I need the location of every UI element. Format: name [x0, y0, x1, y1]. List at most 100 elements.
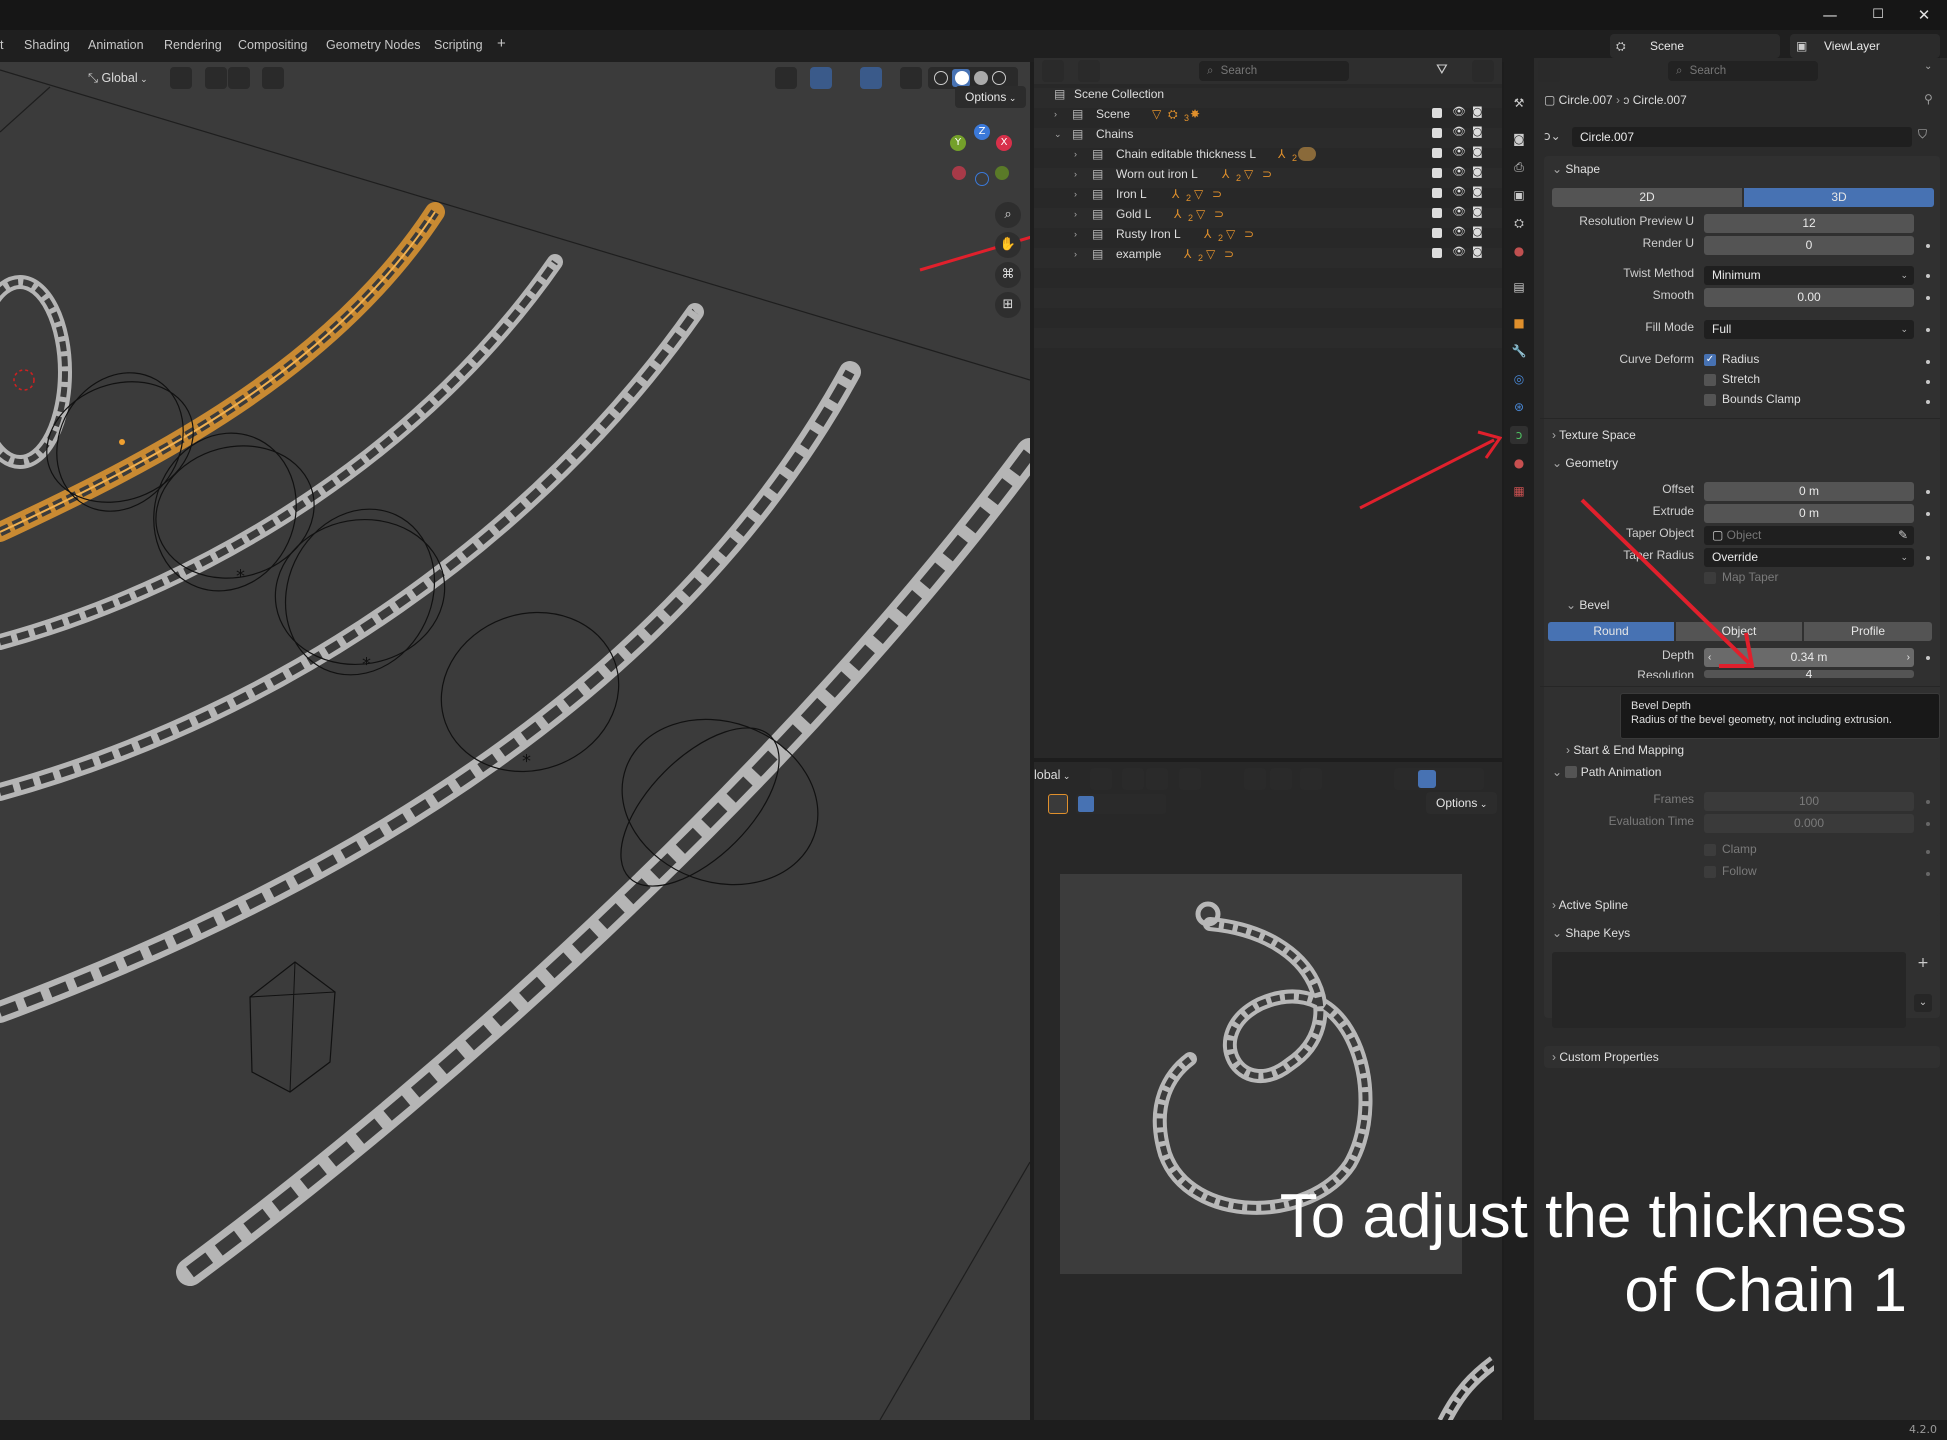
view-layer-selector[interactable]: ▣ ViewLayer	[1790, 34, 1940, 58]
chevron-down-icon: ⌄	[1477, 799, 1488, 809]
view-layer-tab-icon[interactable]: ▣	[1510, 186, 1528, 204]
render-tab-icon[interactable]: ◙	[1510, 130, 1528, 148]
overlay-toggle-button[interactable]	[1300, 768, 1322, 790]
modifier-tab-icon[interactable]: 🔧	[1510, 342, 1528, 360]
scene-tab-icon[interactable]: ⛭	[1510, 214, 1528, 232]
curve-data-tab-icon[interactable]: ↄ	[1510, 426, 1528, 444]
camera-view-icon[interactable]: ⌘	[995, 262, 1021, 288]
rendered-shading-icon[interactable]	[992, 71, 1006, 85]
tab-scripting[interactable]: Scripting	[434, 38, 483, 52]
add-workspace-button[interactable]: +	[497, 35, 506, 52]
empty-edge	[289, 961, 296, 1093]
tooltip-text: Radius of the bevel geometry, not includ…	[1631, 714, 1892, 726]
bevel-depth-tooltip: Bevel Depth Radius of the bevel geometry…	[1620, 693, 1940, 739]
y-axis-icon[interactable]: Y	[950, 135, 966, 151]
tab-animation[interactable]: Animation	[88, 38, 144, 52]
constraints-tab-icon[interactable]: ⊛	[1510, 398, 1528, 416]
tab-layout[interactable]: t	[0, 38, 3, 52]
material-tab-icon[interactable]: ●	[1510, 454, 1528, 472]
outliner-panel[interactable]: ⌕ Search ⛛ ▤ Scene Collection › ▤ Scene …	[1034, 58, 1502, 758]
origin-marker: *	[236, 566, 245, 587]
perspective-grid-icon[interactable]: ⊞	[995, 292, 1021, 318]
proportional-edit-button[interactable]	[262, 67, 284, 89]
proportional-edit-button[interactable]	[1179, 768, 1201, 790]
z-axis-icon[interactable]: Z	[974, 124, 990, 140]
annotation-arrow-layer	[1359, 430, 1502, 510]
caption-line-1: To adjust the thickness	[1279, 1182, 1907, 1251]
solid-shading-button[interactable]	[1418, 770, 1436, 788]
tab-compositing[interactable]: Compositing	[238, 38, 307, 52]
selection-mode-group[interactable]	[1076, 794, 1166, 814]
gizmo-toggle-button[interactable]	[1270, 768, 1292, 790]
snap-target-button[interactable]	[1146, 768, 1168, 790]
active-origin	[119, 439, 125, 445]
pivot-point-button[interactable]	[170, 67, 192, 89]
minimize-button[interactable]: —	[1807, 0, 1853, 30]
empty-edge	[249, 991, 336, 998]
object-tab-icon[interactable]: ■	[1510, 314, 1528, 332]
chain-3[interactable]	[0, 303, 704, 801]
tool-tab-icon[interactable]: ⚒	[1510, 94, 1528, 112]
chevron-down-icon: ⌄	[137, 74, 148, 84]
chain-2[interactable]	[0, 254, 563, 650]
select-new-icon[interactable]	[1078, 796, 1094, 812]
output-tab-icon[interactable]: ⎙	[1510, 158, 1528, 176]
scene-icon: ⛭	[1616, 39, 1626, 53]
3d-cursor[interactable]	[13, 369, 35, 391]
navigation-gizmo[interactable]: Z Y X	[945, 122, 1015, 192]
curve-circle	[620, 727, 780, 887]
viewport-options-button[interactable]: Options ⌄	[1426, 792, 1498, 814]
wireframe-shading-icon[interactable]	[934, 71, 948, 85]
red-arrow	[1359, 438, 1495, 510]
caption-line-2: of Chain 1	[1624, 1256, 1907, 1325]
tab-geometry-nodes[interactable]: Geometry Nodes	[326, 38, 420, 52]
texture-tab-icon[interactable]: ▦	[1510, 482, 1528, 500]
pivot-point-button[interactable]	[1090, 768, 1112, 790]
tab-shading[interactable]: Shading	[24, 38, 70, 52]
chain-coil	[1152, 917, 1373, 1215]
scene-selector[interactable]: ⛭ Scene	[1610, 34, 1780, 58]
close-button[interactable]: ✕	[1901, 0, 1947, 30]
orientation-icon: ⤡	[88, 71, 102, 85]
tutorial-caption: To adjust the thickness of Chain 1	[1147, 1180, 1907, 1328]
chain-2-links	[0, 260, 558, 646]
snap-button[interactable]	[1122, 768, 1144, 790]
tab-rendering[interactable]: Rendering	[164, 38, 222, 52]
snap-button[interactable]	[205, 67, 227, 89]
x-axis-icon[interactable]: X	[996, 135, 1012, 151]
orientation-value: lobal	[1034, 768, 1061, 782]
view-layer-icon: ▣	[1796, 39, 1808, 53]
visibility-selectability-button[interactable]	[1244, 768, 1266, 790]
transform-orientation-dropdown[interactable]: ⤡ Global ⌄	[88, 67, 163, 89]
solid-shading-icon	[955, 71, 969, 85]
shading-mode-group[interactable]	[1394, 768, 1484, 790]
maximize-button[interactable]: ☐	[1855, 0, 1901, 30]
viewport-scene: * * *	[0, 69, 1030, 1420]
neg-z-axis-icon[interactable]	[975, 172, 989, 186]
plane-edge	[879, 1161, 1030, 1420]
title-bar: — ☐ ✕	[0, 0, 1947, 30]
chain-fragment	[1434, 1352, 1499, 1420]
material-shading-icon[interactable]	[974, 71, 988, 85]
viewport-options-button[interactable]: Options ⌄	[955, 86, 1027, 108]
version-label: 4.2.0	[1909, 1423, 1937, 1436]
plane-edge	[0, 69, 1030, 381]
collection-tab-icon[interactable]: ▤	[1510, 278, 1528, 296]
snap-target-button[interactable]	[228, 67, 250, 89]
xray-button[interactable]	[900, 67, 922, 89]
transform-orientation-dropdown[interactable]: lobal ⌄	[1034, 764, 1084, 786]
select-tool-icon[interactable]	[1048, 794, 1068, 814]
world-tab-icon[interactable]: ●	[1510, 242, 1528, 260]
neg-x-axis-icon[interactable]	[952, 166, 966, 180]
visibility-selectability-button[interactable]	[775, 67, 797, 89]
tooltip-title: Bevel Depth	[1631, 700, 1691, 712]
zoom-icon[interactable]: ⌕	[995, 202, 1021, 228]
overlay-toggle-button[interactable]	[860, 67, 882, 89]
options-label: Options	[1436, 796, 1478, 810]
origin-marker: *	[362, 654, 371, 675]
pan-hand-icon[interactable]: ✋	[995, 232, 1021, 258]
gizmo-toggle-button[interactable]	[810, 67, 832, 89]
neg-y-axis-icon[interactable]	[995, 166, 1009, 180]
physics-tab-icon[interactable]: ◎	[1510, 370, 1528, 388]
3d-viewport[interactable]: * * * ⤡ Global ⌄ Options ⌄ Z Y X ⌕ ✋ ⌘ ⊞	[0, 62, 1030, 1420]
